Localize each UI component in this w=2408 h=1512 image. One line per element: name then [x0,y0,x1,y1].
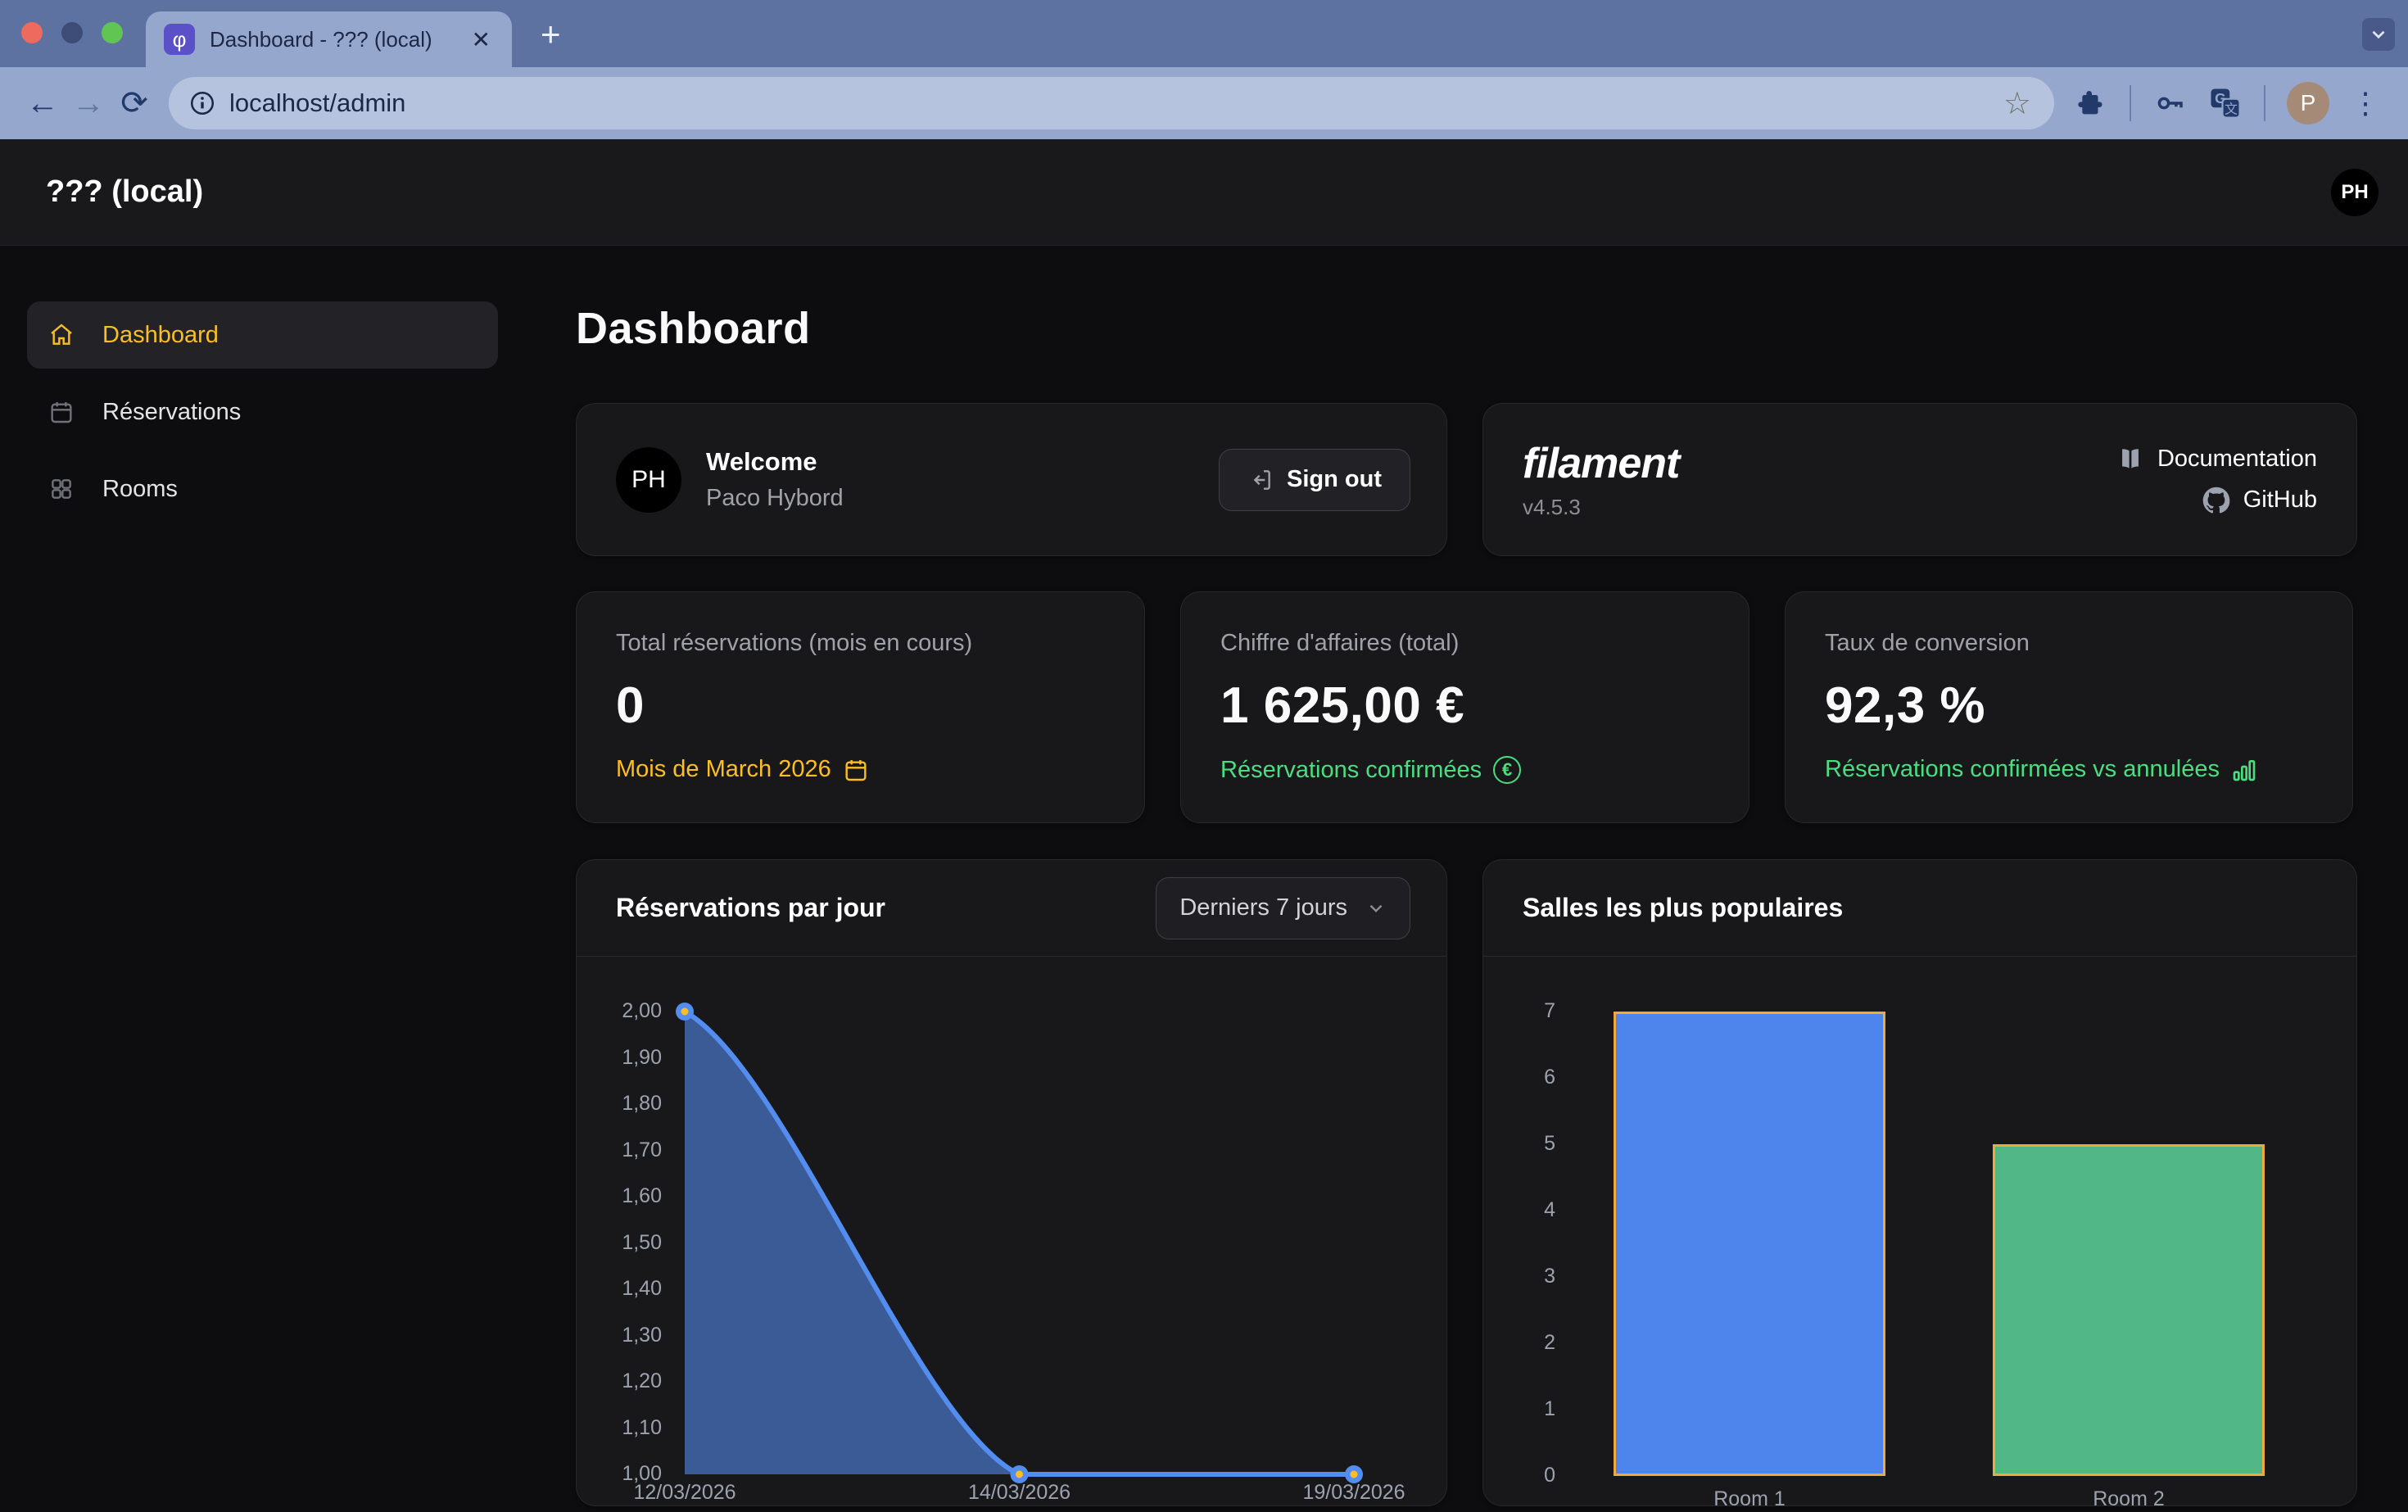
calendar-icon [48,399,75,425]
sidebar-item-rooms[interactable]: Rooms [27,455,498,523]
bar-chart: 7 6 5 4 3 2 1 0 Room 1 Room 2 [1483,983,2355,1506]
squares-2x2-icon [48,476,75,502]
y-tick-label: 7 [1516,999,1555,1023]
chart-filter-value: Derniers 7 jours [1179,894,1347,921]
user-avatar: PH [616,447,681,513]
chart-title: Salles les plus populaires [1523,893,1843,923]
password-key-icon[interactable] [2152,86,2187,120]
y-tick-label: 3 [1516,1265,1555,1288]
window-minimize-button[interactable] [61,22,83,43]
user-menu-avatar[interactable]: PH [2331,169,2379,216]
x-tick-label: Room 2 [2039,1487,2219,1506]
stat-card-revenue: Chiffre d'affaires (total) 1 625,00 € Ré… [1180,591,1749,823]
new-tab-button[interactable]: + [541,15,561,54]
stat-label: Chiffre d'affaires (total) [1220,630,1709,657]
browser-tab-strip: φ Dashboard - ??? (local) ✕ + [0,0,2408,67]
tab-title: Dashboard - ??? (local) [210,27,468,52]
welcome-user-name: Paco Hybord [706,485,844,512]
y-tick-label: 2 [1516,1331,1555,1355]
y-tick-label: 5 [1516,1132,1555,1156]
calendar-icon [843,757,869,783]
stat-value: 1 625,00 € [1220,677,1709,735]
svg-text:文: 文 [2225,102,2238,116]
book-icon [2116,446,2144,473]
euro-icon: € [1493,756,1521,784]
sign-out-button[interactable]: Sign out [1219,449,1410,511]
x-tick-label: 19/03/2026 [1264,1481,1444,1505]
bar-room-2 [1993,1144,2265,1476]
sidebar-item-label: Rooms [102,476,178,503]
forward-button[interactable]: → [66,85,111,122]
app-topbar: ??? (local) PH [0,139,2408,246]
x-tick-label: 14/03/2026 [930,1481,1110,1505]
chart-filter-select[interactable]: Derniers 7 jours [1156,877,1410,939]
extensions-icon[interactable] [2075,87,2108,120]
toolbar-right-cluster: G 文 P ⋮ [2067,82,2388,124]
stat-card-total-reservations: Total réservations (mois en cours) 0 Moi… [576,591,1145,823]
toolbar-separator [2130,85,2131,121]
brand-title[interactable]: ??? (local) [46,174,203,210]
reservations-per-day-chart-card: Réservations par jour Derniers 7 jours 2… [576,859,1447,1506]
y-tick-label: 0 [1516,1464,1555,1487]
stat-label: Taux de conversion [1825,630,2313,657]
bookmark-star-icon[interactable]: ☆ [1989,85,2046,122]
home-icon [48,322,75,348]
stat-card-conversion: Taux de conversion 92,3 % Réservations c… [1785,591,2353,823]
address-bar[interactable]: localhost/admin ☆ [169,77,2054,129]
github-link[interactable]: GitHub [2202,487,2317,514]
github-icon [2202,487,2230,514]
url-text[interactable]: localhost/admin [229,88,1989,118]
sidebar-item-label: Dashboard [102,322,219,349]
toolbar-separator [2264,85,2265,121]
sidebar: Dashboard Réservations Rooms [0,246,541,1506]
stat-value: 0 [616,677,1105,735]
chart-title: Réservations par jour [616,893,885,923]
sign-out-label: Sign out [1287,466,1382,493]
sidebar-item-dashboard[interactable]: Dashboard [27,301,498,369]
github-label: GitHub [2243,487,2317,514]
window-close-button[interactable] [21,22,43,43]
x-tick-label: Room 1 [1659,1487,1840,1506]
site-info-icon[interactable] [188,89,216,117]
stat-description: Réservations confirmées vs annulées [1825,756,2220,783]
bar-room-1 [1614,1012,1885,1476]
browser-tab[interactable]: φ Dashboard - ??? (local) ✕ [146,11,512,67]
browser-profile-avatar[interactable]: P [2287,82,2329,124]
page-title: Dashboard [576,303,2357,354]
documentation-label: Documentation [2157,446,2317,473]
filament-version: v4.5.3 [1523,495,1679,520]
back-button[interactable]: ← [20,85,66,122]
documentation-link[interactable]: Documentation [2116,446,2317,473]
reload-button[interactable]: ⟳ [111,84,157,122]
welcome-card: PH Welcome Paco Hybord Sign out [576,403,1447,556]
stat-label: Total réservations (mois en cours) [616,630,1105,657]
admin-app: ??? (local) PH Dashboard Réservations [0,139,2408,1512]
sign-out-icon [1247,467,1274,493]
y-tick-label: 1 [1516,1397,1555,1421]
sidebar-item-label: Réservations [102,399,241,426]
filament-info-card: filament v4.5.3 Documentation [1482,403,2357,556]
popular-rooms-chart-card: Salles les plus populaires 7 6 5 4 3 2 1 0 Room … [1482,859,2357,1506]
browser-menu-icon[interactable]: ⋮ [2351,86,2380,120]
tab-close-icon[interactable]: ✕ [468,26,494,53]
tab-favicon-icon: φ [164,24,195,55]
welcome-title: Welcome [706,447,844,477]
y-tick-label: 6 [1516,1066,1555,1089]
window-zoom-button[interactable] [102,22,123,43]
main-content: Dashboard PH Welcome Paco Hybord Sign ou… [541,246,2408,1506]
sidebar-item-reservations[interactable]: Réservations [27,378,498,446]
stat-value: 92,3 % [1825,677,2313,735]
stat-description: Réservations confirmées [1220,757,1482,784]
line-chart: 2,001,901,801,701,601,501,401,301,201,10… [577,983,1447,1506]
tab-search-chevron-icon[interactable] [2362,18,2395,51]
filament-logo: filament [1523,439,1679,488]
mini-bar-chart-icon [2231,757,2257,783]
stat-description: Mois de March 2026 [616,756,831,783]
chevron-down-icon [1365,898,1387,919]
translate-icon[interactable]: G 文 [2208,86,2243,120]
browser-toolbar: ← → ⟳ localhost/admin ☆ G 文 P ⋮ [0,67,2408,139]
y-tick-label: 4 [1516,1198,1555,1222]
x-tick-label: 12/03/2026 [595,1481,775,1505]
